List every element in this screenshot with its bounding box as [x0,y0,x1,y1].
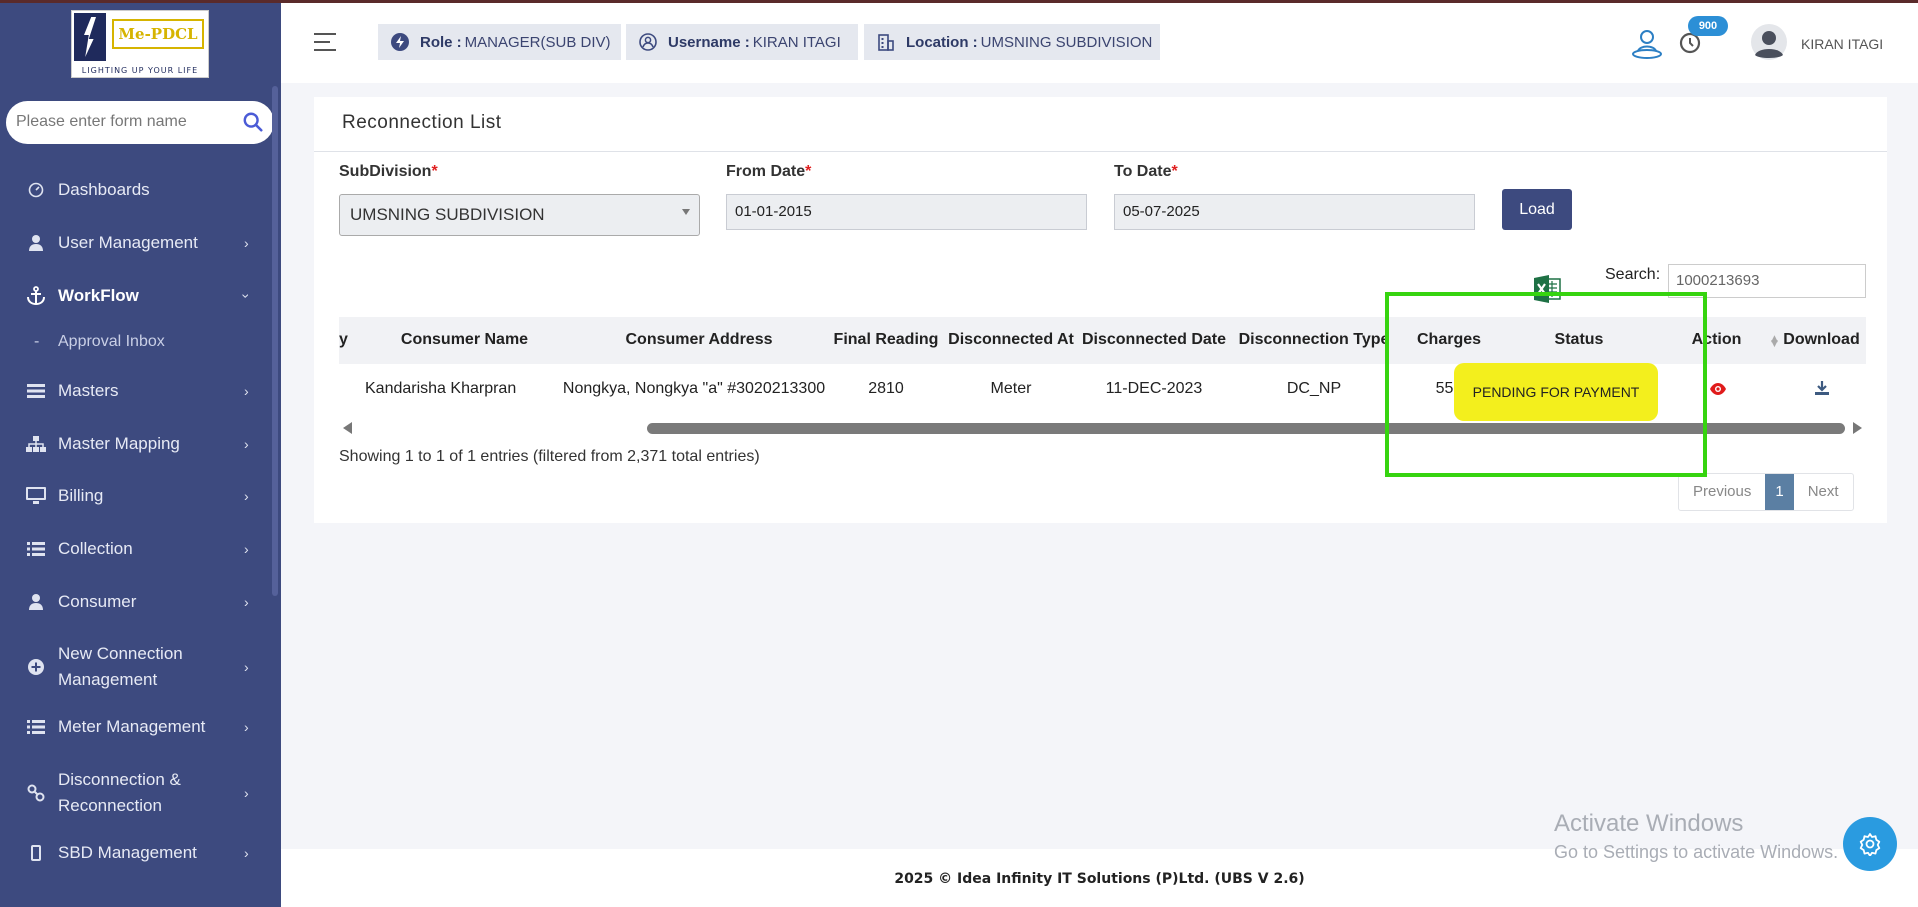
sidebar-item-user-management[interactable]: User Management › [0,230,281,256]
col-header-consumer-address[interactable]: Consumer Address [554,331,844,349]
building-icon [876,32,896,52]
device-icon [26,843,46,863]
pagination-page-1[interactable]: 1 [1765,474,1794,510]
user-icon [26,233,46,253]
scroll-left-arrow-icon[interactable] [343,422,352,434]
chevron-right-icon: › [244,436,249,452]
gauge-icon [26,180,46,200]
col-header-disconnection-type[interactable]: Disconnection Type [1234,331,1394,349]
location-chip: Location : UMSNING SUBDIVISION [864,24,1160,60]
col-header-final-reading[interactable]: Final Reading [826,331,946,349]
settings-button[interactable] [1843,817,1897,871]
col-header-consumer-name[interactable]: Consumer Name [382,331,547,349]
sidebar-item-sbd-management[interactable]: SBD Management › [0,840,281,866]
cell-disconnected-at: Meter [990,380,1032,397]
chevron-down-icon: › [238,293,255,299]
pagination-next[interactable]: Next [1794,474,1853,510]
list-icon [26,539,46,559]
support-user-icon[interactable] [1630,27,1664,61]
header-user-name[interactable]: KIRAN ITAGI [1801,36,1883,52]
menu-toggle-icon[interactable] [314,33,336,57]
chevron-right-icon: › [244,594,249,610]
sidebar-item-master-mapping[interactable]: Master Mapping › [0,431,281,457]
to-date-input[interactable]: 05-07-2025 [1114,194,1475,230]
pagination: Previous 1 Next [1678,473,1854,511]
bolt-icon [390,32,410,52]
col-header-disconnected-at[interactable]: Disconnected At [946,331,1076,349]
sidebar-item-billing[interactable]: Billing › [0,483,281,509]
sidebar-search [6,101,274,144]
from-date-label: From Date* [726,163,812,180]
cell-consumer-name: Kandarisha Kharpran [365,380,517,397]
avatar[interactable] [1750,23,1788,61]
sidebar-item-masters[interactable]: Masters › [0,378,281,404]
chevron-right-icon: › [244,785,249,801]
to-date-label: To Date* [1114,163,1178,180]
sidebar-item-workflow[interactable]: WorkFlow › [0,283,281,309]
search-icon[interactable] [242,111,264,133]
chevron-right-icon: › [244,659,249,675]
lightning-logo-mark [74,13,106,61]
sidebar-subitem-approval-inbox[interactable]: - Approval Inbox [0,333,281,355]
cell-disconnected-date: 11-DEC-2023 [1105,380,1203,397]
cell-disconnection-type: DC_NP [1286,380,1342,397]
chevron-right-icon: › [244,383,249,399]
page-title: Reconnection List [342,112,502,133]
sort-icon[interactable]: ▲ ▼ [1771,335,1778,349]
pagination-previous[interactable]: Previous [1679,474,1765,510]
scroll-right-arrow-icon[interactable] [1853,422,1862,434]
plus-circle-icon [26,657,46,677]
logo-text: Me-PDCL [112,19,204,49]
top-header: Role : MANAGER(SUB DIV) Username : KIRAN I… [281,3,1918,83]
user-icon [26,592,46,612]
col-header-disconnected-date[interactable]: Disconnected Date [1079,331,1229,349]
company-logo[interactable]: Me-PDCL LIGHTING UP YOUR LIFE [71,10,209,78]
chevron-right-icon: › [244,845,249,861]
table-info: Showing 1 to 1 of 1 entries (filtered fr… [339,448,760,465]
from-date-input[interactable]: 01-01-2015 [726,194,1087,230]
role-chip: Role : MANAGER(SUB DIV) [378,24,621,60]
chevron-right-icon: › [244,235,249,251]
link-icon [26,783,46,803]
view-eye-icon[interactable] [1709,382,1727,396]
form-search-input[interactable] [16,111,236,133]
cell-consumer-address: Nongkya, Nongkya "a" #3020213300 [562,380,826,397]
gear-icon [1859,833,1881,856]
col-header-partial[interactable]: y [339,331,348,349]
dropdown-caret-icon [682,209,690,215]
cell-final-reading: 2810 [868,380,904,397]
user-circle-icon [638,32,658,52]
chevron-right-icon: › [244,541,249,557]
list-icon [26,381,46,401]
anchor-icon [26,286,46,306]
subdivision-label: SubDivision* [339,163,438,180]
download-icon[interactable] [1814,380,1830,396]
subdivision-select[interactable]: UMSNING SUBDIVISION [339,194,700,236]
load-button[interactable]: Load [1502,189,1572,230]
table-search-label: Search: [1605,266,1661,283]
sidebar-item-disconnection-reconnection[interactable]: Disconnection & Reconnection › [0,767,281,819]
submenu-dash: - [34,333,40,350]
sidebar-item-consumer[interactable]: Consumer › [0,589,281,615]
logo-tagline: LIGHTING UP YOUR LIFE [81,66,199,75]
sidebar-item-collection[interactable]: Collection › [0,536,281,562]
sidebar-item-meter-management[interactable]: Meter Management › [0,714,281,740]
sitemap-icon [26,434,46,454]
monitor-icon [26,486,46,506]
chevron-right-icon: › [244,488,249,504]
annotation-highlight-box [1385,292,1707,477]
sidebar: Me-PDCL LIGHTING UP YOUR LIFE Dashboards… [0,3,281,907]
chevron-right-icon: › [244,719,249,735]
sidebar-item-dashboards[interactable]: Dashboards [0,177,281,203]
title-divider [314,151,1887,152]
col-header-download[interactable]: Download [1779,331,1864,349]
username-chip: Username : KIRAN ITAGI [626,24,858,60]
list-icon [26,717,46,737]
windows-activation-watermark: Activate Windows Go to Settings to activ… [1554,810,1839,862]
sidebar-item-new-connection-management[interactable]: New Connection Management › [0,641,281,693]
notification-badge: 900 [1688,16,1728,36]
